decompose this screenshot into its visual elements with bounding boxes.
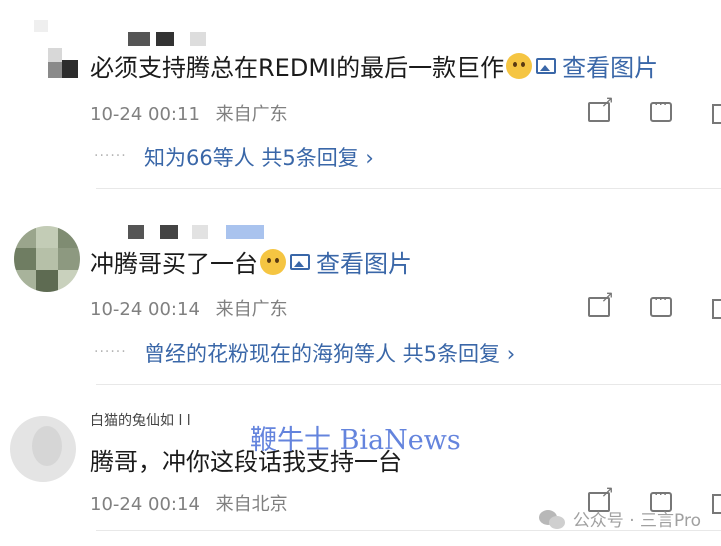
- wechat-icon: [538, 508, 567, 530]
- timestamp: 10-24 00:14: [90, 494, 200, 515]
- username-partial[interactable]: 白猫的兔仙如 l l: [90, 410, 191, 430]
- comment-text: 必须支持腾总在REDMI的最后一款巨作 查看图片: [90, 48, 658, 83]
- share-icon[interactable]: [588, 289, 614, 317]
- replies-link[interactable]: 知为66等人 共5条回复 ›: [144, 142, 374, 172]
- comment-icon[interactable]: [650, 97, 672, 122]
- cat-emoji-icon: [260, 248, 286, 275]
- dots-icon: ······: [94, 148, 127, 164]
- timestamp: 10-24 00:14: [90, 299, 200, 320]
- share-icon[interactable]: [588, 94, 614, 122]
- like-icon[interactable]: [712, 299, 721, 319]
- like-icon[interactable]: [712, 104, 721, 124]
- divider: [96, 384, 721, 385]
- comment-body: 冲腾哥买了一台: [90, 250, 258, 278]
- replies-link[interactable]: 曾经的花粉现在的海狗等人 共5条回复 ›: [144, 338, 515, 368]
- comment-meta: 10-24 00:11 来自广东: [90, 100, 288, 126]
- wechat-account-label: 公众号 · 三言Pro: [572, 511, 701, 531]
- view-pictures-label: 查看图片: [316, 250, 412, 278]
- dots-icon: ······: [94, 344, 127, 360]
- comment-meta: 10-24 00:14 来自广东: [90, 295, 288, 321]
- watermark: 鞭牛士 BiaNews: [250, 425, 461, 456]
- view-pictures-link[interactable]: 查看图片: [290, 244, 412, 279]
- comment-icon[interactable]: [650, 292, 672, 317]
- image-icon: [290, 253, 310, 270]
- divider: [96, 188, 721, 189]
- location: 来自北京: [215, 494, 288, 515]
- wechat-account-badge: 公众号 · 三言Pro: [538, 506, 701, 531]
- location: 来自广东: [215, 104, 288, 125]
- like-icon[interactable]: [712, 494, 721, 514]
- comment-body: 必须支持腾总在REDMI的最后一款巨作: [90, 54, 505, 82]
- avatar[interactable]: [10, 416, 76, 482]
- image-icon: [536, 57, 557, 74]
- comment-text: 冲腾哥买了一台 查看图片: [90, 244, 412, 279]
- view-pictures-label: 查看图片: [562, 54, 659, 82]
- emoji-icon: [506, 52, 533, 79]
- avatar[interactable]: [14, 226, 80, 292]
- timestamp: 10-24 00:11: [90, 104, 200, 125]
- comment-meta: 10-24 00:14 来自北京: [90, 490, 288, 516]
- location: 来自广东: [215, 299, 288, 320]
- view-pictures-link[interactable]: 查看图片: [536, 48, 658, 83]
